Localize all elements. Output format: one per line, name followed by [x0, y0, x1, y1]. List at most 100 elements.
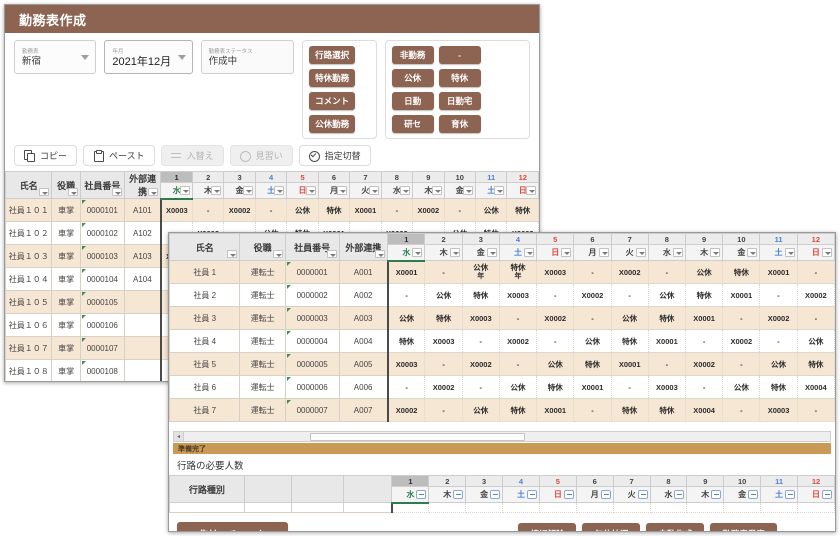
cell-role[interactable]: 運転士 [240, 376, 285, 399]
cell-name[interactable]: 社員１０５ [6, 291, 52, 314]
schedule-cell[interactable]: X0003 [425, 330, 462, 353]
schedule-cell[interactable]: 特休 [648, 307, 685, 330]
cell-ext[interactable] [124, 314, 160, 337]
filter-icon[interactable] [273, 250, 283, 258]
cell-ext[interactable] [124, 337, 160, 360]
designation-toggle-button[interactable]: 指定切替 [299, 145, 371, 166]
button-ikukyu[interactable]: 育休 [439, 115, 481, 133]
schedule-cell[interactable]: 特休 [723, 261, 760, 284]
schedule-cell[interactable]: X0003 [161, 199, 193, 222]
collapse-icon[interactable] [601, 490, 611, 499]
copy-button[interactable]: コピー [14, 145, 77, 166]
filter-icon[interactable] [375, 250, 385, 258]
cell-name[interactable]: 社員 7 [170, 399, 240, 422]
day-number-header[interactable]: 5 [287, 172, 318, 183]
collapse-icon[interactable] [822, 490, 832, 499]
schedule-cell[interactable]: X0001 [574, 376, 611, 399]
cell-empno[interactable]: 0000108 [80, 360, 124, 383]
collapse-icon[interactable] [711, 490, 721, 499]
schedule-cell[interactable]: - [444, 199, 475, 222]
schedule-cell[interactable]: 特休 [760, 376, 797, 399]
day-number-header[interactable]: 10 [724, 476, 761, 487]
schedule-cell[interactable]: 公休 [287, 199, 318, 222]
day-number-header[interactable]: 12 [797, 476, 834, 487]
schedule-cell[interactable]: 公休 [476, 199, 507, 222]
schedule-cell[interactable]: X0002 [462, 353, 499, 376]
required-staff-grid[interactable]: 行路種別123456789101112水木金土日月火水木金土日 [169, 475, 835, 513]
filter-icon[interactable] [148, 188, 158, 196]
chevron-down-icon[interactable] [747, 248, 757, 257]
cell-role[interactable]: 車掌 [52, 222, 80, 245]
weekday-header[interactable]: 金 [444, 183, 475, 199]
day-number-header[interactable]: 6 [576, 476, 613, 487]
schedule-cell[interactable]: - [797, 307, 834, 330]
chevron-down-icon[interactable] [463, 186, 473, 195]
schedule-cell[interactable]: - [462, 330, 499, 353]
schedule-cell[interactable]: X0004 [686, 399, 723, 422]
button-tokkyu[interactable]: 特休 [439, 69, 481, 87]
schedule-cell[interactable]: X0002 [537, 307, 574, 330]
schedule-cell[interactable]: - [723, 353, 760, 376]
cell-ext[interactable]: A103 [124, 245, 160, 268]
filter-icon[interactable] [68, 188, 78, 196]
schedule-cell[interactable]: 特休 [425, 307, 462, 330]
day-number-header[interactable]: 9 [687, 476, 724, 487]
chevron-down-icon[interactable] [494, 186, 504, 195]
chevron-down-icon[interactable] [822, 248, 832, 257]
cell-empno[interactable]: 0000004 [285, 330, 339, 353]
schedule-cell[interactable]: 公休 [499, 376, 536, 399]
weekday-header[interactable]: 水 [161, 183, 193, 199]
select-nengetsu[interactable]: 年月 2021年12月 [104, 40, 192, 74]
day-number-header[interactable]: 12 [507, 172, 539, 183]
weekday-header[interactable]: 月 [576, 487, 613, 503]
weekday-header[interactable]: 金 [724, 487, 761, 503]
schedule-cell[interactable]: X0001 [760, 261, 797, 284]
collapse-icon[interactable] [490, 490, 500, 499]
table-row[interactable]: 社員 1運転士0000001A001X0001-公休年特休年X0003-X000… [170, 261, 835, 284]
release-deadline-button[interactable]: 締切解除 [518, 523, 576, 532]
table-row[interactable]: 社員 6運転士0000006A006-X0002-公休特休X0001-X0003… [170, 376, 835, 399]
cell-empno[interactable]: 0000103 [80, 245, 124, 268]
filter-icon[interactable] [227, 250, 237, 258]
weekday-header[interactable]: 火 [611, 245, 648, 261]
schedule-cell[interactable]: 公休 [797, 330, 834, 353]
schedule-cell[interactable]: - [255, 199, 286, 222]
schedule-cell[interactable]: - [537, 330, 574, 353]
chevron-down-icon[interactable] [636, 248, 646, 257]
schedule-cell[interactable]: 特休 [574, 353, 611, 376]
schedule-cell[interactable]: 特休 [611, 330, 648, 353]
chevron-down-icon[interactable] [337, 186, 347, 195]
scroll-left-arrow[interactable]: ◂ [174, 432, 184, 441]
weekday-header[interactable]: 水 [381, 183, 412, 199]
cell-name[interactable]: 社員 4 [170, 330, 240, 353]
schedule-cell[interactable]: - [611, 376, 648, 399]
day-number-header[interactable]: 5 [539, 476, 576, 487]
schedule-cell[interactable]: X0003 [462, 307, 499, 330]
schedule-cell[interactable]: - [388, 284, 425, 307]
collapse-icon[interactable] [674, 490, 684, 499]
lower-schedule-cell[interactable] [392, 503, 429, 513]
chevron-down-icon[interactable] [369, 186, 379, 195]
cell-ext[interactable]: A005 [339, 353, 388, 376]
table-row[interactable]: 社員 7運転士0000007A007X0002-公休特休X0001-特休特休X0… [170, 399, 835, 422]
weekday-header[interactable]: 日 [287, 183, 318, 199]
cell-role[interactable]: 運転士 [240, 307, 285, 330]
chevron-down-icon[interactable] [432, 186, 442, 195]
cell-ext[interactable]: A101 [124, 199, 160, 222]
filter-icon[interactable] [327, 250, 337, 258]
required-staff-grid-wrap[interactable]: 行路種別123456789101112水木金土日月火水木金土日 [169, 475, 835, 515]
schedule-cell[interactable]: 公休 [537, 353, 574, 376]
schedule-cell[interactable]: X0002 [611, 261, 648, 284]
table-row[interactable]: 社員 3運転士0000003A003公休特休X0003-X0002-公休特休X0… [170, 307, 835, 330]
column-header[interactable]: 外部連携 [124, 172, 160, 199]
publish-schedule-button[interactable]: 勤務表発表 [710, 523, 777, 532]
schedule-cell[interactable]: 公休 [723, 376, 760, 399]
weekday-header[interactable]: 火 [613, 487, 650, 503]
cell-empno[interactable]: 0000104 [80, 268, 124, 291]
schedule-cell[interactable]: X0001 [537, 399, 574, 422]
lower-schedule-cell[interactable] [797, 503, 834, 513]
button-hikinmu[interactable]: 非勤務 [392, 46, 434, 64]
schedule-cell[interactable]: - [425, 261, 462, 284]
paste-button[interactable]: ペースト [83, 145, 155, 166]
cell-name[interactable]: 社員１０６ [6, 314, 52, 337]
